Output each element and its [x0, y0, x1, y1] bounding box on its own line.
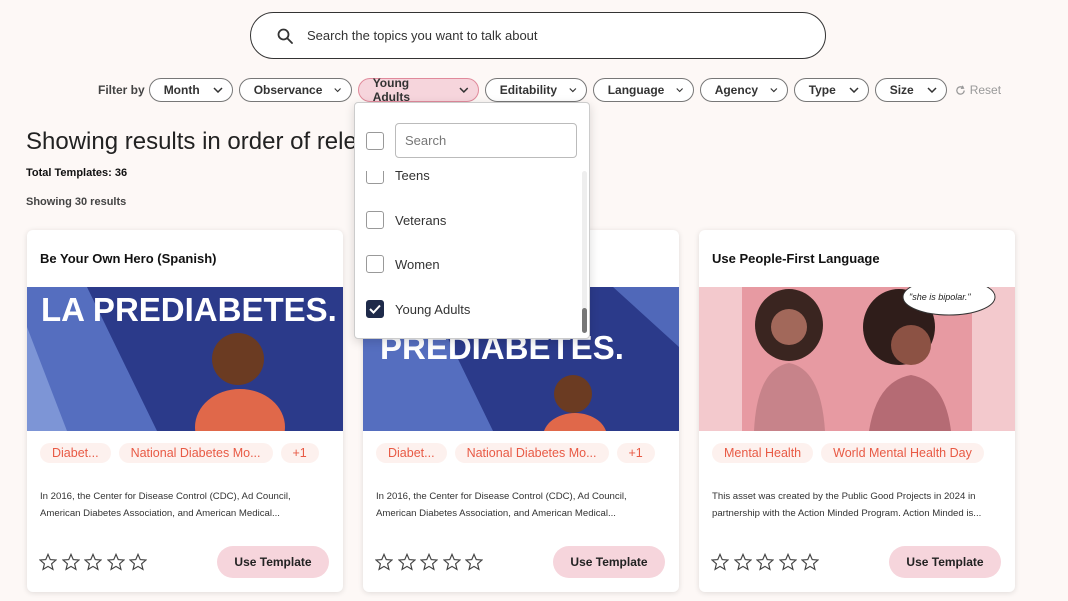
- tag[interactable]: National Diabetes Mo...: [118, 443, 273, 463]
- checkbox[interactable]: [366, 211, 384, 229]
- tag-more[interactable]: +1: [280, 443, 319, 463]
- card-description: This asset was created by the Public Goo…: [712, 491, 982, 519]
- filter-bar: Filter by Month Observance Young Adults …: [98, 76, 1001, 104]
- card-title: Be Your Own Hero (Spanish): [40, 251, 217, 266]
- star-icon[interactable]: [106, 553, 125, 571]
- filter-month[interactable]: Month: [148, 78, 233, 102]
- filter-agency[interactable]: Agency: [699, 78, 788, 102]
- use-template-button[interactable]: Use Template: [889, 546, 1001, 578]
- star-icon[interactable]: [465, 553, 483, 571]
- star-icon[interactable]: [420, 553, 438, 571]
- star-rating[interactable]: [375, 553, 488, 571]
- option-veterans[interactable]: Veterans: [366, 211, 446, 229]
- search-icon: [277, 28, 293, 44]
- checkbox-checked[interactable]: [366, 300, 384, 318]
- card-image: "she is bipolar.": [699, 287, 1015, 431]
- checkbox[interactable]: [366, 255, 384, 273]
- chevron-down-icon: [213, 87, 223, 93]
- star-icon[interactable]: [39, 553, 57, 571]
- use-template-button[interactable]: Use Template: [553, 546, 665, 578]
- tag[interactable]: Diabet...: [376, 443, 447, 463]
- dropdown-search-row: [366, 123, 577, 158]
- star-icon[interactable]: [442, 553, 461, 571]
- option-young-adults[interactable]: Young Adults: [366, 300, 470, 318]
- dropdown-options: Teens Veterans Women Young Adults: [355, 171, 585, 338]
- star-icon[interactable]: [778, 553, 797, 571]
- filter-editability[interactable]: Editability: [484, 78, 587, 102]
- filter-type[interactable]: Type: [793, 78, 869, 102]
- card-image-text: LA PREDIABETES.: [41, 291, 337, 328]
- chevron-down-icon: [676, 88, 684, 93]
- filter-size[interactable]: Size: [874, 78, 947, 102]
- reset-icon: [955, 84, 965, 95]
- star-icon[interactable]: [397, 553, 416, 571]
- star-icon[interactable]: [711, 553, 729, 571]
- card-title: Use People-First Language: [712, 251, 880, 266]
- chevron-down-icon: [849, 87, 859, 93]
- card-image: LA PREDIABETES.: [27, 287, 343, 431]
- filter-by-label: Filter by: [98, 83, 145, 97]
- star-rating[interactable]: [711, 553, 824, 571]
- total-templates: Total Templates: 36: [26, 167, 128, 179]
- tag-list: Diabet... National Diabetes Mo... +1: [376, 443, 663, 463]
- chevron-down-icon: [770, 88, 778, 93]
- star-icon[interactable]: [375, 553, 393, 571]
- showing-count: Showing 30 results: [26, 196, 127, 208]
- filter-young-adults[interactable]: Young Adults: [357, 76, 479, 104]
- search-input[interactable]: [307, 28, 787, 43]
- card-description: In 2016, the Center for Disease Control …: [376, 491, 627, 519]
- card-description: In 2016, the Center for Disease Control …: [40, 491, 291, 519]
- star-rating[interactable]: [39, 553, 152, 571]
- option-teens[interactable]: Teens: [366, 171, 430, 184]
- star-icon[interactable]: [733, 553, 752, 571]
- select-all-checkbox[interactable]: [366, 131, 384, 150]
- checkbox[interactable]: [366, 171, 384, 184]
- option-women[interactable]: Women: [366, 255, 440, 273]
- tag[interactable]: National Diabetes Mo...: [454, 443, 609, 463]
- star-icon[interactable]: [84, 553, 102, 571]
- tag[interactable]: Diabet...: [40, 443, 111, 463]
- search-bar[interactable]: [250, 12, 826, 59]
- chevron-down-icon: [927, 87, 937, 93]
- reset-button[interactable]: Reset: [955, 83, 1001, 97]
- tag-list: Diabet... National Diabetes Mo... +1: [40, 443, 327, 463]
- filter-language[interactable]: Language: [592, 78, 694, 102]
- filter-observance[interactable]: Observance: [238, 78, 352, 102]
- tag-list: Mental Health World Mental Health Day: [712, 443, 992, 463]
- star-icon[interactable]: [801, 553, 819, 571]
- tag[interactable]: Mental Health: [712, 443, 814, 463]
- young-adults-dropdown: Teens Veterans Women Young Adults: [354, 102, 590, 339]
- star-icon[interactable]: [61, 553, 80, 571]
- dropdown-scrollbar-thumb[interactable]: [582, 308, 587, 333]
- chevron-down-icon: [569, 88, 577, 93]
- chevron-down-icon: [334, 88, 342, 93]
- star-icon[interactable]: [129, 553, 147, 571]
- dropdown-search-input[interactable]: [395, 123, 577, 158]
- star-icon[interactable]: [756, 553, 774, 571]
- tag[interactable]: World Mental Health Day: [821, 443, 984, 463]
- chevron-down-icon: [459, 87, 469, 93]
- check-icon: [369, 304, 381, 314]
- tag-more[interactable]: +1: [616, 443, 655, 463]
- template-card[interactable]: Be Your Own Hero (Spanish) LA PREDIABETE…: [27, 230, 343, 592]
- template-card[interactable]: Use People-First Language "she is bipola…: [699, 230, 1015, 592]
- use-template-button[interactable]: Use Template: [217, 546, 329, 578]
- card-image-text: "she is bipolar.": [909, 292, 971, 302]
